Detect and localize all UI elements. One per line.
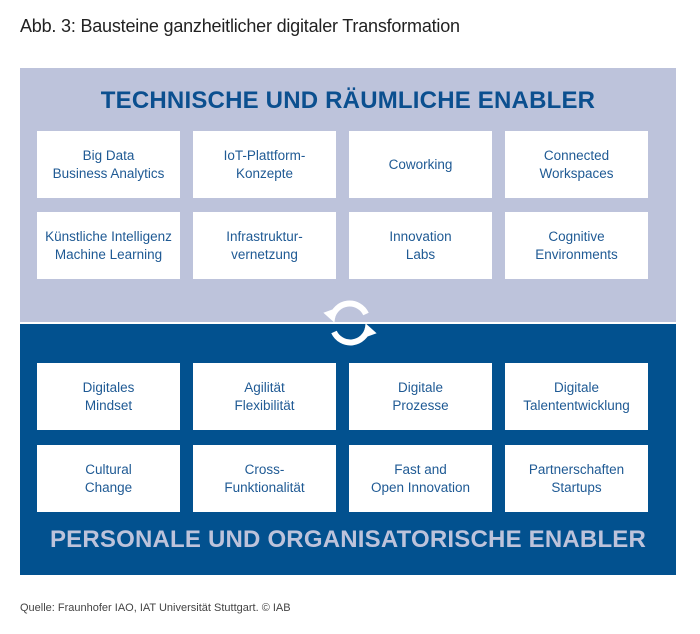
enabler-box: Coworking — [349, 131, 492, 198]
enabler-box: Künstliche Intelligenz Machine Learning — [37, 212, 180, 279]
enabler-box: Cultural Change — [37, 445, 180, 512]
enabler-box: Innovation Labs — [349, 212, 492, 279]
enabler-box: Cognitive Environments — [505, 212, 648, 279]
enabler-box: Cross- Funktionalität — [193, 445, 336, 512]
panel-heading-top: TECHNISCHE UND RÄUMLICHE ENABLER — [100, 87, 596, 114]
enabler-box: Digitales Mindset — [37, 363, 180, 430]
technical-spatial-enablers-panel: TECHNISCHE UND RÄUMLICHE ENABLER Big Dat… — [20, 68, 676, 322]
enabler-box: Infrastruktur- vernetzung — [193, 212, 336, 279]
source-note: Quelle: Fraunhofer IAO, IAT Universität … — [20, 602, 291, 614]
figure-caption: Abb. 3: Bausteine ganzheitlicher digital… — [20, 16, 460, 36]
enabler-box: Digitale Prozesse — [349, 363, 492, 430]
enabler-box: IoT-Plattform- Konzepte — [193, 131, 336, 198]
enabler-box: Digitale Talententwicklung — [505, 363, 648, 430]
enabler-box: Agilität Flexibilität — [193, 363, 336, 430]
enabler-box: Fast and Open Innovation — [349, 445, 492, 512]
enabler-box: Big Data Business Analytics — [37, 131, 180, 198]
enabler-box: Partnerschaften Startups — [505, 445, 648, 512]
cycle-arrows-icon — [323, 300, 377, 346]
panel-heading-bottom: PERSONALE UND ORGANISATORISCHE ENABLER — [49, 526, 647, 553]
enabler-box: Connected Workspaces — [505, 131, 648, 198]
personal-organizational-enablers-panel: Digitales Mindset Agilität Flexibilität … — [20, 324, 676, 575]
